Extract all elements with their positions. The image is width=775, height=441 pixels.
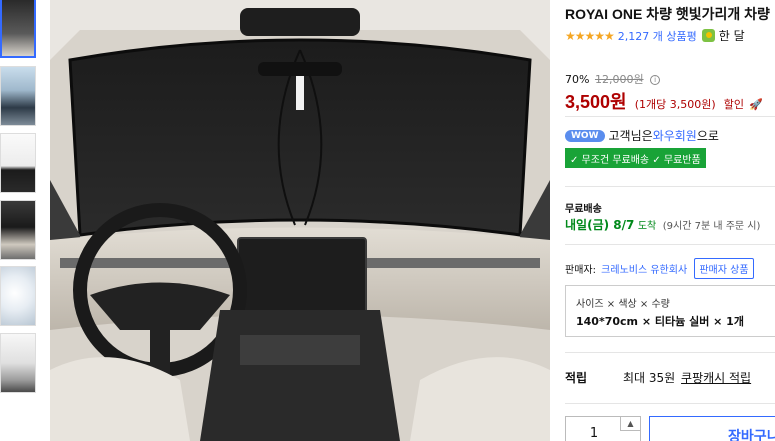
arrival-row: 내일(금) 8/7 도착 (9시간 7분 내 주문 시) (565, 216, 760, 233)
free-shipping-label: 무료배송 (565, 204, 602, 215)
option-labels: 사이즈 × 색상 × 수량 (576, 299, 670, 310)
add-to-cart-button[interactable]: 장바구니 (649, 416, 775, 441)
wow-member-link[interactable]: 와우회원 (653, 127, 697, 144)
arrival-date: 내일(금) 8/7 (565, 218, 635, 232)
option-values: 140*70cm × 티타늄 실버 × 1개 (576, 315, 744, 328)
main-product-image (50, 0, 550, 441)
info-icon[interactable]: i (650, 75, 661, 85)
coupang-cash-link[interactable]: 쿠팡캐시 적립 (681, 371, 751, 385)
quantity-stepper[interactable]: 1 ▲ (565, 416, 641, 441)
rocket-icon: 🚀 (749, 98, 763, 111)
thumbnail-6[interactable] (0, 333, 36, 393)
quantity-value[interactable]: 1 (566, 426, 622, 441)
thumbnail-3[interactable] (0, 133, 36, 193)
thumbnail-2[interactable] (0, 66, 36, 126)
points-label: 적립 (565, 371, 588, 385)
arrival-note: (9시간 7분 내 주문 시) (662, 221, 761, 232)
divider (565, 244, 775, 245)
rating-stars: ★★★★★ (565, 28, 615, 43)
wow-badge: WOW (565, 129, 605, 142)
divider (565, 116, 775, 117)
thumbnail-4[interactable] (0, 200, 36, 260)
option-selector[interactable]: 사이즈 × 색상 × 수량 140*70cm × 티타늄 실버 × 1개 (565, 285, 775, 337)
thumbnail-1[interactable] (0, 0, 36, 58)
wow-suffix: 으로 (696, 129, 719, 143)
chevron-up-icon[interactable]: ▲ (620, 417, 640, 431)
arrival-suffix: 도착 (637, 221, 657, 232)
product-info-panel: ROYAI ONE 차량 햇빛가리개 차량 ★★★★★ 2,127 개 상품평 … (565, 0, 775, 441)
wow-member-row: WOW 고객님은 와우회원 으로 (565, 127, 719, 144)
divider (565, 403, 775, 404)
wow-prefix: 고객님은 (608, 129, 653, 143)
discount-row: 70% 12,000원 i (565, 71, 661, 87)
seller-row: 판매자: 크레노비스 유한회사 판매자 상품 (565, 258, 754, 279)
points-row: 적립 최대 35원 쿠팡캐시 적립 (565, 369, 775, 386)
rating-row: ★★★★★ 2,127 개 상품평 한 달 (565, 27, 745, 44)
review-count-link[interactable]: 2,127 개 상품평 (618, 28, 697, 44)
free-shipping-badge: ✓ 무조건 무료배송 ✓ 무료반품 (565, 148, 706, 168)
unit-price: (1개당 3,500원) (634, 98, 716, 111)
seller-products-button[interactable]: 판매자 상품 (694, 258, 754, 279)
sale-price: 3,500원 (565, 92, 627, 112)
price-row: 3,500원 (1개당 3,500원) 할인 🚀 (565, 88, 763, 114)
product-title: ROYAI ONE 차량 햇빛가리개 차량 (565, 6, 770, 22)
divider (565, 352, 775, 353)
points-text-wrap: 최대 35원 쿠팡캐시 적립 (623, 369, 751, 386)
seller-label: 판매자: (565, 265, 596, 276)
discount-rate: 70% (565, 73, 590, 86)
sale-label: 할인 (723, 98, 744, 111)
guarantee-badge-text: 한 달 (718, 29, 745, 43)
guarantee-badge-icon (701, 29, 715, 42)
original-price: 12,000원 (594, 73, 644, 86)
seller-name-link[interactable]: 크레노비스 유한회사 (601, 265, 687, 276)
thumbnail-strip (0, 0, 38, 441)
car-interior-illustration (50, 0, 550, 441)
points-amount: 최대 35원 (623, 371, 676, 385)
thumbnail-5[interactable] (0, 266, 36, 326)
divider (565, 186, 775, 187)
